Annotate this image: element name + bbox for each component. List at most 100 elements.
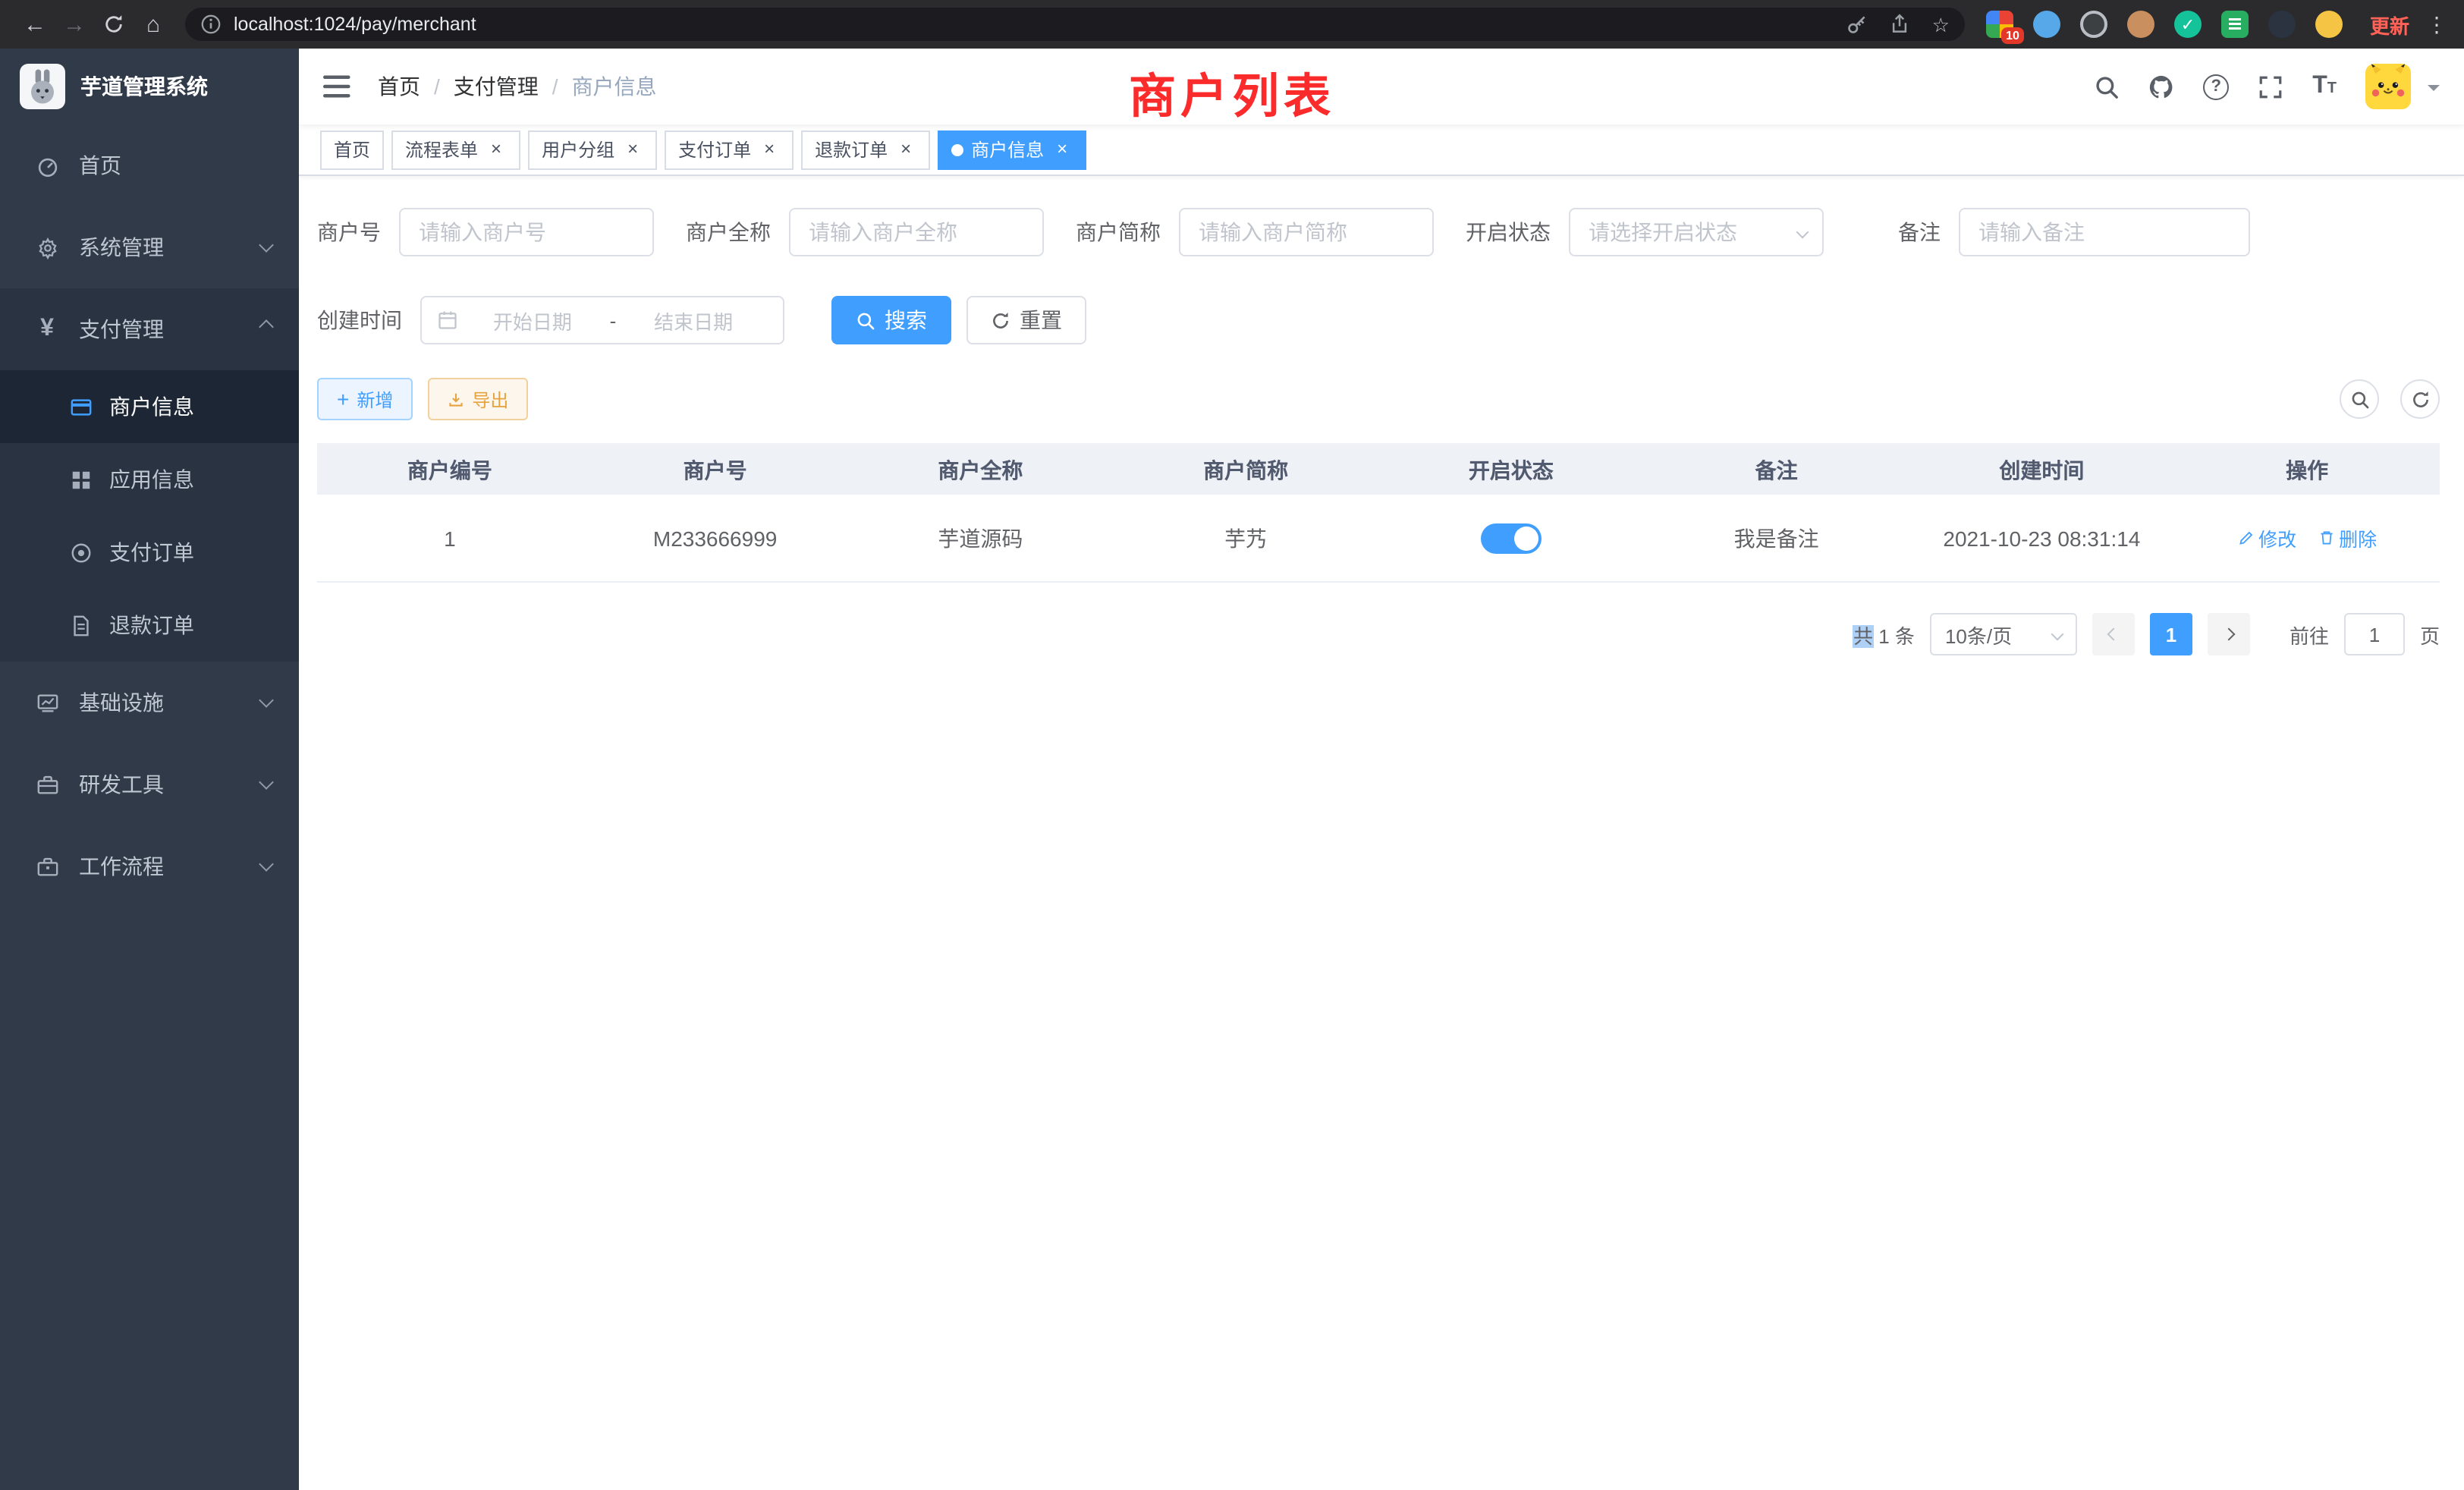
breadcrumb-payment[interactable]: 支付管理 [454, 71, 539, 102]
extension-check-icon[interactable] [2174, 11, 2202, 38]
filter-status: 开启状态 请选择开启状态 [1466, 208, 1824, 256]
tab-label: 首页 [334, 137, 370, 162]
tab-home[interactable]: 首页 [320, 130, 384, 169]
column-header: 商户全称 [848, 454, 1114, 485]
share-icon[interactable] [1890, 14, 1911, 35]
search-icon[interactable] [2094, 74, 2120, 99]
sidebar-item-label: 应用信息 [109, 464, 194, 495]
add-button[interactable]: + 新增 [317, 378, 413, 420]
browser-menu-icon[interactable]: ⋮ [2425, 11, 2449, 37]
short-name-input[interactable] [1179, 208, 1434, 256]
extension-doc-icon[interactable] [2221, 11, 2249, 38]
navbar-actions: ? TT [2094, 64, 2440, 109]
profile-avatar-icon[interactable] [2127, 11, 2154, 38]
sidebar-item-pay-order[interactable]: 支付订单 [0, 516, 299, 589]
date-end-placeholder[interactable]: 结束日期 [619, 306, 768, 335]
sidebar-item-home[interactable]: 首页 [0, 124, 299, 206]
close-icon[interactable]: × [1051, 139, 1073, 160]
cell-merchant-no: M233666999 [583, 526, 848, 550]
app-logo[interactable]: 芋道管理系统 [0, 49, 299, 124]
full-name-input[interactable] [789, 208, 1044, 256]
extensions-puzzle-icon[interactable]: 10 [1986, 11, 2013, 38]
sidebar-item-label: 商户信息 [109, 391, 194, 422]
prev-page-button[interactable] [2092, 613, 2135, 655]
goto-page-input[interactable] [2344, 613, 2405, 655]
home-button[interactable]: ⌂ [134, 5, 173, 44]
breadcrumb-current: 商户信息 [572, 71, 657, 102]
extension-icon[interactable] [2033, 11, 2060, 38]
filter-row-2: 创建时间 开始日期 - 结束日期 搜索 重置 [317, 296, 2440, 344]
app-title: 芋道管理系统 [80, 71, 208, 102]
breadcrumb-home[interactable]: 首页 [378, 71, 420, 102]
sidebar-item-infrastructure[interactable]: 基础设施 [0, 662, 299, 743]
sidebar-item-system-management[interactable]: 系统管理 [0, 206, 299, 288]
sidebar-item-merchant-info[interactable]: 商户信息 [0, 370, 299, 443]
sidebar-item-payment-management[interactable]: ¥ 支付管理 [0, 288, 299, 370]
tab-refund-order[interactable]: 退款订单 × [801, 130, 930, 169]
sidebar-item-workflow[interactable]: 工作流程 [0, 825, 299, 907]
address-bar[interactable]: localhost:1024/pay/merchant ☆ [185, 8, 1965, 41]
filter-remark: 备注 [1898, 208, 2250, 256]
table-header-row: 商户编号 商户号 商户全称 商户简称 开启状态 备注 创建时间 操作 [317, 445, 2440, 495]
tab-label: 用户分组 [542, 137, 614, 162]
url-text[interactable]: localhost:1024/pay/merchant [234, 14, 1847, 35]
forward-button[interactable]: → [55, 5, 94, 44]
page-size-select[interactable]: 10条/页 [1930, 613, 2077, 655]
bookmark-star-icon[interactable]: ☆ [1932, 14, 1950, 34]
site-info-icon[interactable] [200, 14, 222, 35]
refresh-button[interactable] [2400, 379, 2440, 419]
close-icon[interactable]: × [622, 139, 643, 160]
date-start-placeholder[interactable]: 开始日期 [458, 306, 607, 335]
next-page-button[interactable] [2208, 613, 2250, 655]
remark-input[interactable] [1959, 208, 2250, 256]
extension-icon[interactable] [2268, 11, 2296, 38]
github-icon[interactable] [2148, 74, 2174, 99]
toggle-search-button[interactable] [2340, 379, 2379, 419]
edit-link[interactable]: 修改 [2237, 523, 2296, 552]
tab-process-form[interactable]: 流程表单 × [391, 130, 520, 169]
add-button-label: 新增 [357, 386, 393, 412]
pagination-total: 共 1 条 [1853, 620, 1915, 649]
browser-update-button[interactable]: 更新 [2370, 10, 2409, 39]
sidebar-item-app-info[interactable]: 应用信息 [0, 443, 299, 516]
merchant-no-input[interactable] [399, 208, 654, 256]
extension-icon[interactable] [2080, 11, 2107, 38]
reload-button[interactable] [94, 5, 134, 44]
yen-icon: ¥ [33, 316, 61, 343]
fullscreen-icon[interactable] [2258, 74, 2283, 99]
tab-merchant-info[interactable]: 商户信息 × [938, 130, 1086, 169]
page-number-button[interactable]: 1 [2150, 613, 2192, 655]
help-icon[interactable]: ? [2203, 74, 2229, 99]
breadcrumb-separator: / [434, 74, 440, 99]
page-size-value: 10条/页 [1945, 620, 2012, 649]
search-button[interactable]: 搜索 [831, 296, 951, 344]
filter-label: 备注 [1898, 217, 1941, 247]
main-area: 首页 / 支付管理 / 商户信息 ? TT [299, 49, 2464, 1490]
pagination: 共 1 条 10条/页 1 前往 页 [317, 613, 2440, 655]
avatar-caret-icon[interactable] [2428, 85, 2440, 97]
tab-pay-order[interactable]: 支付订单 × [665, 130, 794, 169]
close-icon[interactable]: × [486, 139, 507, 160]
sidebar-item-label: 基础设施 [79, 687, 164, 718]
reset-button[interactable]: 重置 [966, 296, 1086, 344]
user-avatar[interactable] [2365, 64, 2411, 109]
sidebar-fold-icon[interactable] [323, 71, 354, 102]
extension-face-icon[interactable] [2315, 11, 2343, 38]
back-button[interactable]: ← [15, 5, 55, 44]
target-icon [67, 541, 94, 564]
delete-link[interactable]: 删除 [2318, 523, 2377, 552]
status-select[interactable]: 请选择开启状态 [1569, 208, 1824, 256]
status-toggle[interactable] [1481, 523, 1542, 553]
sidebar-item-dev-tools[interactable]: 研发工具 [0, 743, 299, 825]
close-icon[interactable]: × [895, 139, 916, 160]
sidebar-group-payment: ¥ 支付管理 商户信息 应用信息 支付订单 退 [0, 288, 299, 662]
export-button[interactable]: 导出 [428, 378, 528, 420]
sidebar-item-label: 工作流程 [79, 851, 164, 882]
date-range-picker[interactable]: 开始日期 - 结束日期 [420, 296, 784, 344]
tab-user-group[interactable]: 用户分组 × [528, 130, 657, 169]
font-size-icon[interactable]: TT [2312, 73, 2337, 100]
password-key-icon[interactable] [1847, 14, 1868, 35]
close-icon[interactable]: × [759, 139, 780, 160]
export-button-label: 导出 [472, 386, 508, 412]
sidebar-item-refund-order[interactable]: 退款订单 [0, 589, 299, 662]
